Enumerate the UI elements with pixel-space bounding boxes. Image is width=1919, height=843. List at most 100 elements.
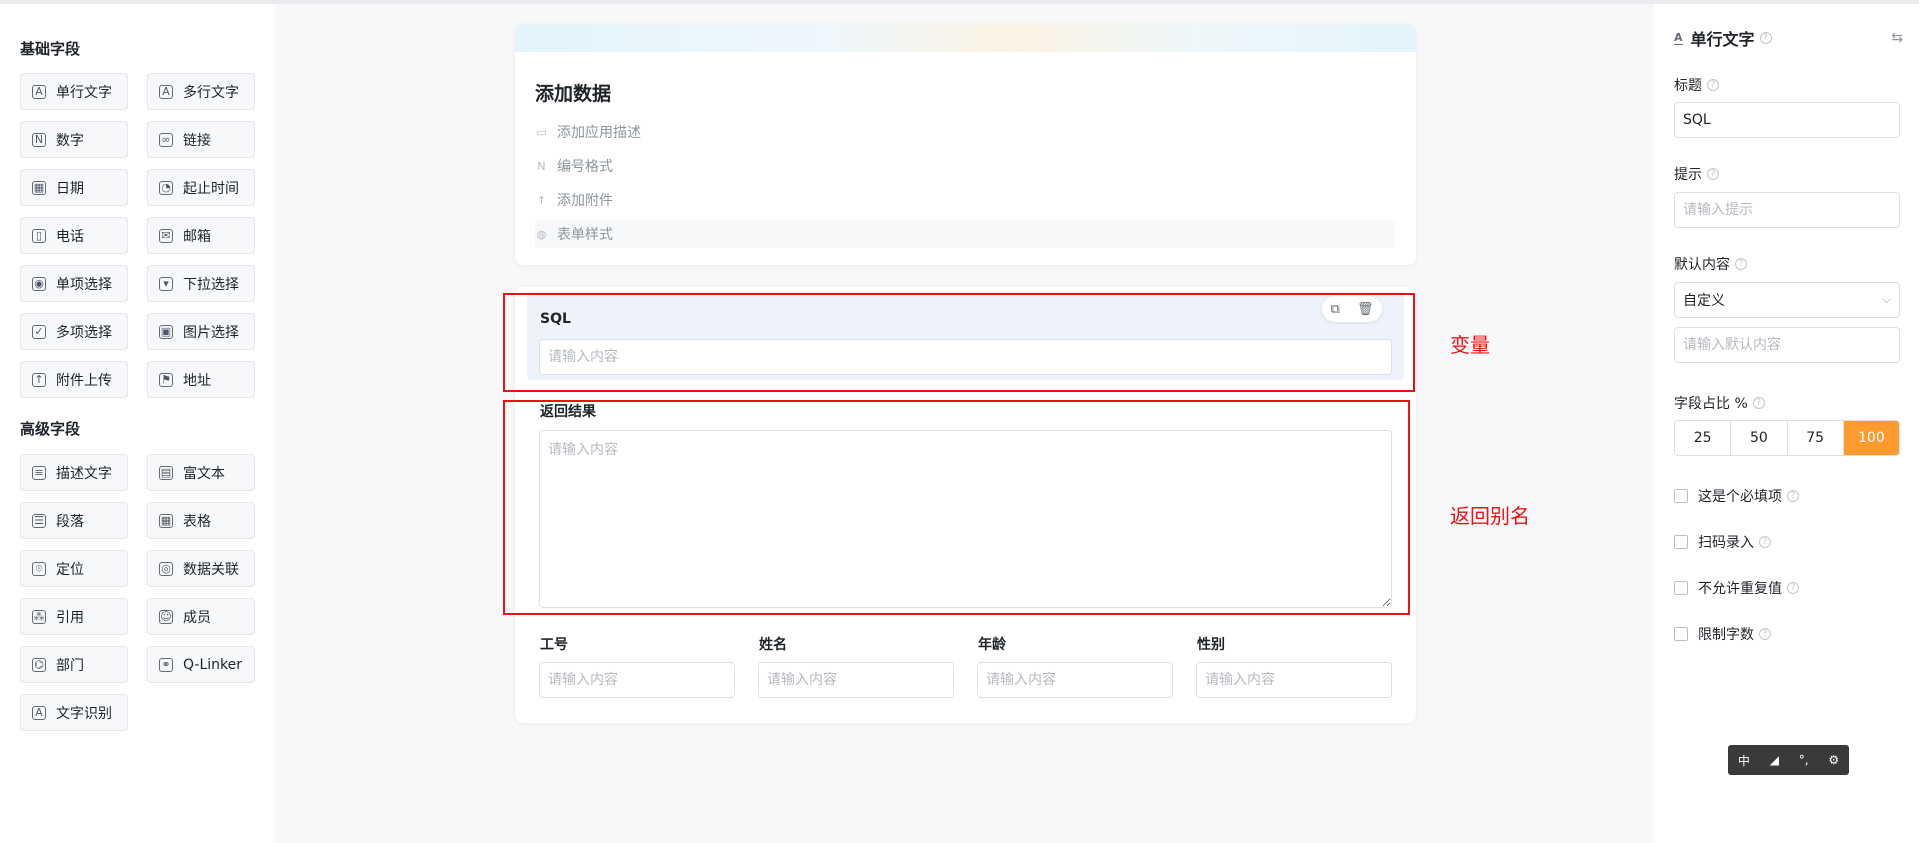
field-btn-department[interactable]: ⌬ 部门 (20, 646, 128, 683)
help-icon[interactable]: ? (1707, 168, 1719, 180)
form-option-label: 表单样式 (557, 227, 613, 243)
column-field-label: 工号 (540, 637, 568, 653)
field-btn-calendar[interactable]: ▦ 日期 (20, 169, 128, 206)
default-content-select[interactable]: 自定义 ⌵ (1674, 282, 1900, 318)
field-btn-label: 地址 (183, 372, 211, 389)
pen-icon[interactable]: ◢ (1770, 753, 1779, 767)
field-btn-single-line-text[interactable]: A 单行文字 (20, 73, 128, 110)
column-field-input[interactable] (977, 662, 1173, 698)
field-btn-image[interactable]: ▣ 图片选择 (147, 313, 255, 350)
help-icon[interactable]: ? (1759, 536, 1771, 548)
default-select-value: 自定义 (1683, 293, 1725, 309)
field-btn-radio[interactable]: ◉ 单项选择 (20, 265, 128, 302)
column-field-label: 年龄 (978, 637, 1006, 653)
width-option-25[interactable]: 25 (1675, 421, 1732, 455)
option-checkbox[interactable]: 不允许重复值? (1674, 578, 1799, 598)
field-btn-checkbox[interactable]: ✓ 多项选择 (20, 313, 128, 350)
field-btn-member[interactable]: ☺ 成员 (147, 598, 255, 635)
field-btn-label: 多项选择 (56, 324, 112, 341)
field-btn-paragraph[interactable]: ☰ 段落 (20, 502, 128, 539)
field-btn-table[interactable]: ▦ 表格 (147, 502, 255, 539)
field-btn-address[interactable]: ⚑ 地址 (147, 361, 255, 398)
punctuation-icon[interactable]: °, (1799, 753, 1809, 767)
field-btn-label: 附件上传 (56, 372, 112, 389)
field-btn-link[interactable]: ∞ 链接 (147, 121, 255, 158)
properties-panel: A 单行文字 ? ⇆ 标题? 提示? 默认内容? 自定义 ⌵ 字段占比 %? 2… (1654, 4, 1919, 843)
field-btn-label: 邮箱 (183, 228, 211, 245)
width-option-100[interactable]: 100 (1843, 421, 1899, 455)
default-content-input[interactable] (1674, 327, 1900, 363)
form-title[interactable]: 添加数据 (535, 79, 611, 106)
field-type-header: A 单行文字 ? (1674, 26, 1772, 50)
form-option-attachment[interactable]: ↑ 添加附件 (535, 186, 613, 214)
help-icon[interactable]: ? (1759, 32, 1772, 44)
title-input[interactable] (1674, 102, 1900, 138)
option-checkbox[interactable]: 这是个必填项? (1674, 486, 1799, 506)
column-field-input[interactable] (1196, 662, 1392, 698)
ime-chinese-icon[interactable]: 中 (1738, 752, 1750, 769)
help-icon[interactable]: ? (1752, 397, 1765, 409)
help-icon[interactable]: ? (1735, 258, 1747, 270)
hint-input[interactable] (1674, 192, 1900, 228)
width-ratio-selector: 25 50 75 100 (1674, 420, 1900, 456)
field-btn-label: 引用 (56, 609, 84, 626)
field-btn-multi-line-text[interactable]: A 多行文字 (147, 73, 255, 110)
field-palette: 基础字段 A 单行文字 A 多行文字 N 数字 ∞ 链接 ▦ 日期 ◔ 起止时间 ▯ 电话 ✉ 邮箱 ◉ 单项选择… (0, 4, 275, 843)
form-option-number-format[interactable]: N 编号格式 (535, 152, 613, 180)
field-type-title: 单行文字 (1690, 30, 1755, 49)
checkbox-box[interactable] (1674, 581, 1688, 595)
field-btn-description[interactable]: ≡ 描述文字 (20, 454, 128, 491)
header-gradient (515, 24, 1416, 52)
field-btn-mail[interactable]: ✉ 邮箱 (147, 217, 255, 254)
form-option-comment[interactable]: ▭ 添加应用描述 (535, 118, 641, 146)
checkbox-box[interactable] (1674, 535, 1688, 549)
field-btn-q-linker[interactable]: ⚭ Q-Linker (147, 646, 255, 683)
column-field-label: 姓名 (759, 637, 787, 653)
form-option-palette[interactable]: ◍ 表单样式 (535, 220, 1395, 248)
palette-icon: ◍ (536, 227, 547, 241)
help-icon[interactable]: ? (1787, 582, 1799, 594)
help-icon[interactable]: ? (1707, 79, 1719, 91)
width-ratio-label: 字段占比 %? (1674, 393, 1765, 413)
time-range-icon: ◔ (159, 180, 173, 195)
default-content-label: 默认内容? (1674, 254, 1747, 274)
q-linker-icon: ⚭ (159, 657, 173, 672)
width-option-50[interactable]: 50 (1731, 421, 1788, 455)
width-option-75[interactable]: 75 (1787, 421, 1844, 455)
link-icon: ∞ (159, 132, 173, 147)
option-checkbox[interactable]: 扫码录入? (1674, 532, 1771, 552)
field-btn-label: 下拉选择 (183, 276, 239, 293)
checkbox-box[interactable] (1674, 627, 1688, 641)
field-btn-label: 成员 (183, 609, 211, 626)
settings-icon[interactable]: ⚙ (1828, 753, 1839, 767)
column-field-input[interactable] (539, 662, 735, 698)
field-btn-ocr[interactable]: A 文字识别 (20, 694, 128, 731)
field-btn-rich-text[interactable]: ▤ 富文本 (147, 454, 255, 491)
single-line-text-icon: A (32, 84, 46, 99)
swap-icon[interactable]: ⇆ (1891, 30, 1903, 46)
field-btn-location[interactable]: ⌾ 定位 (20, 550, 128, 587)
help-icon[interactable]: ? (1759, 628, 1771, 640)
variable-highlight-box (503, 293, 1415, 392)
checkbox-box[interactable] (1674, 489, 1688, 503)
checkbox-label: 这是个必填项 (1698, 489, 1782, 505)
column-field-input[interactable] (758, 662, 954, 698)
field-btn-phone[interactable]: ▯ 电话 (20, 217, 128, 254)
field-btn-number[interactable]: N 数字 (20, 121, 128, 158)
field-btn-label: Q-Linker (183, 656, 243, 673)
field-btn-reference[interactable]: ⁂ 引用 (20, 598, 128, 635)
field-btn-label: 单项选择 (56, 276, 112, 293)
field-btn-label: 段落 (56, 513, 84, 530)
option-checkbox[interactable]: 限制字数? (1674, 624, 1771, 644)
field-btn-upload[interactable]: ↑ 附件上传 (20, 361, 128, 398)
field-btn-time-range[interactable]: ◔ 起止时间 (147, 169, 255, 206)
field-btn-dropdown[interactable]: ▾ 下拉选择 (147, 265, 255, 302)
help-icon[interactable]: ? (1787, 490, 1799, 502)
checkbox-label: 限制字数 (1698, 627, 1754, 643)
address-icon: ⚑ (159, 372, 173, 387)
field-btn-label: 多行文字 (183, 84, 239, 101)
field-btn-data-link[interactable]: ◎ 数据关联 (147, 550, 255, 587)
field-btn-label: 链接 (183, 132, 211, 149)
chevron-down-icon: ⌵ (1882, 293, 1891, 306)
field-btn-label: 起止时间 (183, 180, 239, 197)
